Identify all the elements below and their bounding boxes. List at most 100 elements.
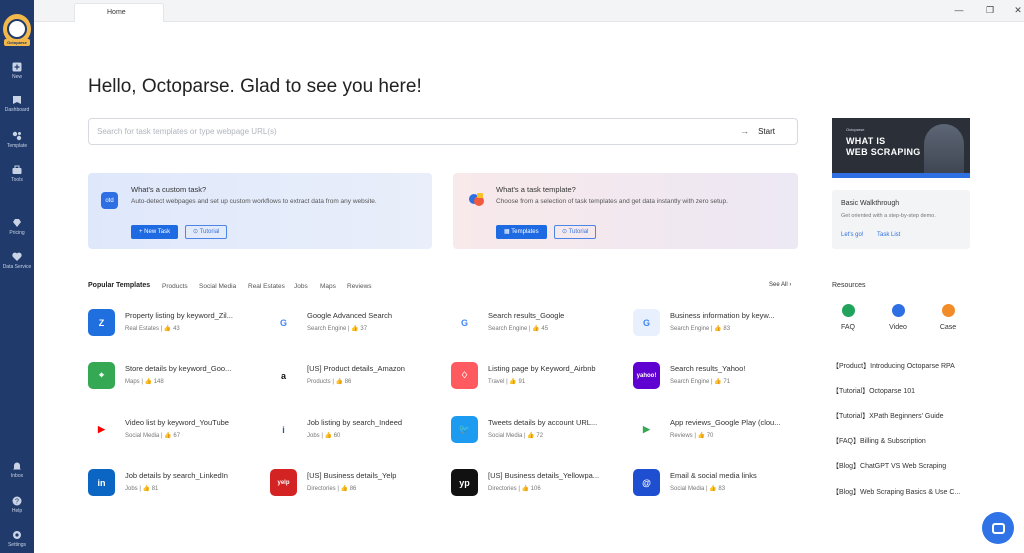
tab-maps[interactable]: Maps — [320, 283, 336, 290]
template-meta: Maps | 👍 148 — [125, 378, 164, 385]
template-name: [US] Business details_Yelp — [307, 471, 397, 480]
template-likes: 70 — [706, 433, 714, 439]
sidebar-item-label: New — [11, 74, 22, 80]
tab-jobs[interactable]: Jobs — [294, 283, 308, 290]
new-task-button[interactable]: + New Task — [131, 225, 179, 239]
template-category: Reviews — [670, 433, 693, 439]
template-category: Social Media — [125, 433, 160, 439]
template-meta: Jobs | 👍 81 — [125, 485, 158, 492]
template-item[interactable]: G Search results_Google Search Engine | 👍 … — [451, 309, 621, 339]
sidebar-item-help[interactable]: ? Help — [0, 496, 34, 514]
sidebar-item-new[interactable]: New — [0, 62, 34, 80]
template-item[interactable]: Z Property listing by keyword_Zil... Real … — [88, 309, 258, 339]
like-icon: | 👍 — [335, 486, 350, 492]
tab-real-estates[interactable]: Real Estates — [248, 283, 285, 290]
template-item[interactable]: a [US] Product details_Amazon Products | 👍… — [270, 362, 440, 392]
resource-link[interactable]: 【Blog】ChatGPT VS Web Scraping — [832, 461, 946, 471]
template-likes: 45 — [541, 326, 549, 332]
banner-stripe — [832, 173, 970, 178]
template-item[interactable]: yelp [US] Business details_Yelp Directorie… — [270, 469, 440, 499]
templates-button[interactable]: ▦ Templates — [496, 225, 547, 239]
custom-tutorial-button[interactable]: ⊙ Tutorial — [185, 225, 228, 239]
tab-home[interactable]: Home — [74, 3, 164, 22]
sidebar-item-inbox[interactable]: Inbox — [0, 461, 34, 479]
lets-go-link[interactable]: Let's go! — [841, 232, 864, 238]
chat-support-button[interactable] — [982, 512, 1014, 544]
template-item[interactable]: ♢ Listing page by Keyword_Airbnb Travel | … — [451, 362, 621, 392]
like-icon: | 👍 — [330, 379, 345, 385]
tab-products[interactable]: Products — [162, 283, 188, 290]
resource-link[interactable]: 【FAQ】Billing & Subscription — [832, 436, 926, 446]
template-item[interactable]: yp [US] Business details_Yellowpa... Direc… — [451, 469, 621, 499]
template-likes: 81 — [151, 486, 159, 492]
resource-link[interactable]: 【Product】Introducing Octoparse RPA — [832, 361, 955, 371]
search-input[interactable] — [97, 127, 697, 136]
resource-case-button[interactable]: Case — [930, 304, 966, 331]
template-item[interactable]: 🐦 Tweets details by account URL... Social … — [451, 416, 621, 446]
template-item[interactable]: ▶ Video list by keyword_YouTube Social Med… — [88, 416, 258, 446]
resource-link[interactable]: 【Tutorial】XPath Beginners' Guide — [832, 411, 944, 421]
resource-link[interactable]: 【Blog】Web Scraping Basics & Use C... — [832, 487, 960, 497]
template-name: Search results_Yahoo! — [670, 364, 746, 373]
template-meta: Search Engine | 👍 45 — [488, 325, 548, 332]
template-name: [US] Product details_Amazon — [307, 364, 405, 373]
resource-label: Case — [939, 324, 957, 331]
presenter-image — [924, 124, 964, 178]
template-item[interactable]: in Job details by search_LinkedIn Jobs | 👍… — [88, 469, 258, 499]
template-item[interactable]: @ Email & social media links Social Media … — [633, 469, 803, 499]
like-icon: | 👍 — [159, 433, 174, 439]
zillow-icon: Z — [88, 309, 115, 336]
minimize-icon[interactable]: — — [953, 5, 965, 15]
template-name: Email & social media links — [670, 471, 757, 480]
sidebar-item-label: Dashboard — [4, 107, 30, 113]
dashboard-icon — [12, 95, 22, 105]
sidebar-item-data-service[interactable]: Data Service — [0, 252, 34, 270]
close-icon[interactable]: ✕ — [1012, 5, 1024, 16]
template-item[interactable]: G Business information by keyw... Search E… — [633, 309, 803, 339]
sidebar-item-pricing[interactable]: Pricing — [0, 218, 34, 236]
restore-icon[interactable]: ❐ — [984, 5, 996, 16]
start-button[interactable]: Start — [758, 127, 775, 136]
tab-reviews[interactable]: Reviews — [347, 283, 372, 290]
sidebar-item-tools[interactable]: Tools — [0, 165, 34, 183]
template-category: Search Engine — [488, 326, 528, 332]
octoparse-logo[interactable]: Octoparse — [3, 14, 31, 46]
template-name: Video list by keyword_YouTube — [125, 418, 229, 427]
template-tutorial-button[interactable]: ⊙ Tutorial — [554, 225, 597, 239]
sidebar-item-template[interactable]: Template — [0, 131, 34, 149]
resource-video-button[interactable]: Video — [880, 304, 916, 331]
custom-task-title: What's a custom task? — [131, 185, 207, 194]
template-item[interactable]: yahoo! Search results_Yahoo! Search Engine… — [633, 362, 803, 392]
pricing-icon — [12, 218, 22, 228]
template-name: Store details by keyword_Goo... — [125, 364, 232, 373]
sidebar-item-label: Data Service — [2, 264, 32, 270]
custom-task-card: otd What's a custom task? Auto-detect we… — [88, 173, 432, 249]
template-name: Business information by keyw... — [670, 311, 775, 320]
template-item[interactable]: ▶ App reviews_Google Play (clou... Reviews… — [633, 416, 803, 446]
web-scraping-banner[interactable]: Octoparse WHAT IS WEB SCRAPING — [832, 118, 970, 178]
sidebar-item-settings[interactable]: Settings — [0, 530, 34, 548]
template-likes: 91 — [518, 379, 526, 385]
walkthrough-description: Get oriented with a step-by-step demo. — [841, 213, 936, 219]
sidebar-item-dashboard[interactable]: Dashboard — [0, 95, 34, 113]
task-template-description: Choose from a selection of task template… — [496, 198, 728, 205]
template-category: Directories — [307, 486, 336, 492]
template-item[interactable]: G Google Advanced Search Search Engine | 👍… — [270, 309, 440, 339]
sidebar-item-label: Tools — [11, 177, 23, 183]
banner-line: WEB SCRAPING — [846, 147, 921, 157]
template-likes: 72 — [536, 433, 544, 439]
resource-faq-button[interactable]: FAQ — [830, 304, 866, 331]
template-item[interactable]: ⌖ Store details by keyword_Goo... Maps | 👍… — [88, 362, 258, 392]
svg-text:?: ? — [15, 499, 19, 506]
template-meta: Products | 👍 86 — [307, 378, 351, 385]
template-category: Search Engine — [307, 326, 347, 332]
see-all-link[interactable]: See All › — [769, 282, 791, 288]
tab-popular-templates[interactable]: Popular Templates — [88, 282, 150, 289]
template-item[interactable]: i Job listing by search_Indeed Jobs | 👍 60 — [270, 416, 440, 446]
resource-link[interactable]: 【Tutorial】Octoparse 101 — [832, 386, 915, 396]
tab-social-media[interactable]: Social Media — [199, 283, 236, 290]
banner-brand: Octoparse — [846, 127, 865, 132]
task-list-link[interactable]: Task List — [877, 232, 900, 238]
task-template-title: What's a task template? — [496, 185, 576, 194]
airbnb-icon: ♢ — [451, 362, 478, 389]
